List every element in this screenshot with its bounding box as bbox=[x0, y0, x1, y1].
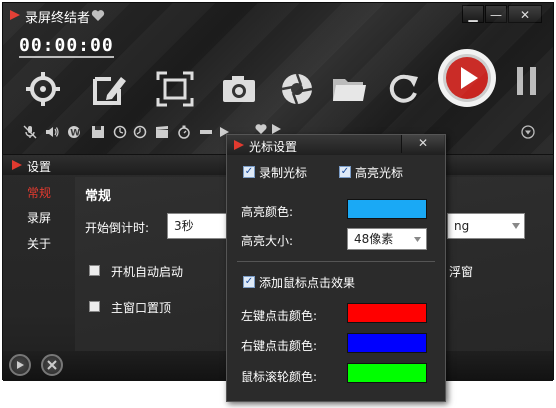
record-icon[interactable] bbox=[437, 48, 497, 108]
clapper-icon[interactable] bbox=[155, 125, 169, 139]
autostart-label: 开机自动启动 bbox=[111, 265, 184, 279]
camera-icon[interactable] bbox=[219, 69, 259, 109]
edit-icon[interactable] bbox=[89, 69, 129, 109]
fullscreen-region-icon[interactable] bbox=[155, 69, 195, 109]
refresh-icon[interactable] bbox=[383, 69, 423, 109]
right-click-color-label: 右键点击颜色: bbox=[241, 339, 318, 353]
minimize-button[interactable]: — bbox=[485, 5, 507, 23]
close-button[interactable]: ✕ bbox=[508, 5, 542, 23]
highlight-size-label: 高亮大小: bbox=[241, 234, 294, 248]
app-title: 录屏终结者 bbox=[25, 11, 91, 26]
app-logo-icon bbox=[234, 140, 244, 150]
folder-icon[interactable] bbox=[329, 69, 369, 109]
close-circle-button[interactable] bbox=[41, 354, 63, 376]
mute-mic-icon[interactable] bbox=[23, 125, 37, 139]
timer-display: 00:00:00 bbox=[19, 35, 114, 58]
wheel-color-swatch[interactable] bbox=[347, 363, 427, 383]
cursor-settings-dialog: 光标设置 ✕ ✓ 录制光标 ✓ 高亮光标 高亮颜色: 高亮大小: 48像素 ✓ … bbox=[226, 134, 446, 402]
app-logo-icon bbox=[10, 10, 20, 20]
play-icon bbox=[17, 361, 24, 369]
chevron-down-icon[interactable] bbox=[521, 125, 535, 139]
right-click-color-swatch[interactable] bbox=[347, 333, 427, 353]
svg-text:W: W bbox=[70, 129, 80, 139]
minimize-to-tray-button[interactable]: ▁ bbox=[462, 5, 484, 23]
topmost-checkbox[interactable] bbox=[89, 301, 100, 312]
save-icon[interactable] bbox=[91, 125, 105, 139]
section-title: 常规 bbox=[85, 189, 112, 204]
aperture-icon[interactable] bbox=[277, 69, 317, 109]
wordpress-icon[interactable]: W bbox=[67, 125, 81, 139]
heart-icon[interactable] bbox=[91, 9, 105, 22]
dialog-close-button[interactable]: ✕ bbox=[401, 135, 444, 153]
heart-small-icon bbox=[255, 124, 281, 134]
wheel-color-label: 鼠标滚轮颜色: bbox=[241, 370, 318, 384]
left-click-color-swatch[interactable] bbox=[347, 303, 427, 323]
record-cursor-checkbox[interactable]: ✓ bbox=[243, 166, 255, 178]
countdown-select[interactable]: 3秒 bbox=[167, 213, 229, 239]
close-icon bbox=[47, 360, 57, 370]
countdown-label: 开始倒计时: bbox=[85, 221, 150, 235]
highlight-cursor-checkbox[interactable]: ✓ bbox=[339, 166, 351, 178]
highlight-size-value: 48像素 bbox=[354, 232, 394, 246]
bar-icon[interactable] bbox=[199, 125, 213, 139]
highlight-cursor-label: 高亮光标 bbox=[355, 166, 404, 180]
timer-icon[interactable] bbox=[113, 125, 127, 139]
nav-about[interactable]: 关于 bbox=[27, 235, 51, 252]
dialog-title: 光标设置 bbox=[249, 140, 298, 154]
highlight-color-swatch[interactable] bbox=[347, 199, 427, 219]
topmost-label: 主窗口置顶 bbox=[111, 301, 172, 315]
click-effect-checkbox[interactable]: ✓ bbox=[243, 276, 255, 288]
nav-record[interactable]: 录屏 bbox=[27, 209, 51, 226]
settings-title: 设置 bbox=[27, 160, 52, 174]
float-label: 浮窗 bbox=[449, 265, 474, 279]
pause-icon[interactable] bbox=[515, 65, 539, 97]
chevron-down-icon bbox=[512, 223, 520, 229]
left-click-color-label: 左键点击颜色: bbox=[241, 309, 318, 323]
stopwatch-icon[interactable] bbox=[177, 125, 191, 139]
nav-general[interactable]: 常规 bbox=[27, 184, 51, 201]
divider bbox=[237, 261, 435, 262]
right-select-value: ng bbox=[454, 219, 470, 233]
play-button[interactable] bbox=[9, 354, 31, 376]
app-logo-icon bbox=[12, 160, 22, 170]
record-cursor-label: 录制光标 bbox=[259, 166, 308, 180]
crosshair-icon[interactable] bbox=[23, 69, 63, 109]
highlight-color-label: 高亮颜色: bbox=[241, 205, 294, 219]
click-effect-label: 添加鼠标点击效果 bbox=[259, 276, 356, 290]
highlight-size-select[interactable]: 48像素 bbox=[347, 228, 427, 250]
clock-icon[interactable] bbox=[133, 125, 147, 139]
speaker-icon[interactable] bbox=[45, 125, 59, 139]
right-select[interactable]: ng bbox=[447, 213, 525, 239]
autostart-checkbox[interactable] bbox=[89, 265, 100, 276]
chevron-down-icon bbox=[414, 237, 421, 242]
